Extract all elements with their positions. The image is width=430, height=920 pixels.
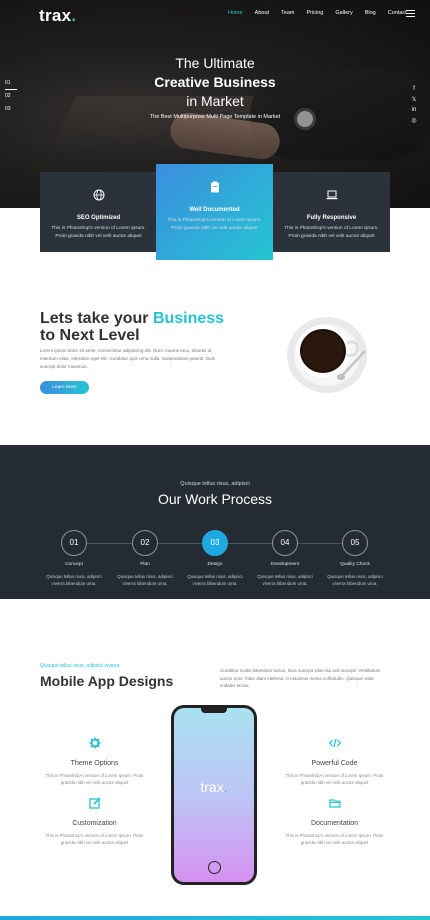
step-desc: Quisque tellus risus, adipisci viverra bi… bbox=[327, 574, 383, 587]
feature-title: Well Documented bbox=[189, 207, 240, 213]
main-nav: Home About Team Pricing Gallery Blog Con… bbox=[228, 10, 419, 16]
apps-kicker: Quisque tellus risus, adipisci viverra bbox=[40, 663, 120, 669]
nav-team[interactable]: Team bbox=[281, 10, 294, 16]
hero-title-line1: The Ultimate bbox=[175, 55, 255, 71]
step-number: 05 bbox=[342, 530, 368, 556]
brand-dot: . bbox=[71, 6, 77, 25]
menu-hamburger-icon[interactable] bbox=[406, 10, 415, 19]
app-feature-customization: Customization This is Photoshop's versio… bbox=[42, 796, 147, 847]
feature-title: Fully Responsive bbox=[306, 215, 357, 221]
feature-card-docs[interactable]: Well Documented This is Photoshop's vers… bbox=[156, 164, 273, 260]
coffee-cup-image bbox=[287, 317, 367, 393]
app-feature-text: This is Photoshop's version of Lorem Ips… bbox=[45, 773, 144, 786]
phone-notch bbox=[201, 708, 227, 713]
step-number: 01 bbox=[61, 530, 87, 556]
app-feature-documentation: Documentation This is Photoshop's versio… bbox=[282, 796, 387, 847]
nav-blog[interactable]: Blog bbox=[365, 10, 376, 16]
phone-home-button bbox=[208, 861, 221, 874]
gear-icon bbox=[89, 737, 100, 749]
phone-mockup: trax. bbox=[171, 705, 257, 885]
bottom-accent-strip bbox=[0, 916, 430, 920]
app-feature-text: This is Photoshop's version of Lorem Ips… bbox=[45, 833, 144, 846]
brand-logo[interactable]: trax. bbox=[39, 6, 76, 26]
phone-logo: trax. bbox=[200, 779, 228, 795]
app-feature-title: Theme Options bbox=[70, 760, 119, 767]
nav-gallery[interactable]: Gallery bbox=[335, 10, 352, 16]
step-number: 02 bbox=[132, 530, 158, 556]
feature-text: This is Photoshop's version of Lorem Ips… bbox=[51, 226, 146, 239]
app-feature-text: This is Photoshop's version of Lorem Ips… bbox=[285, 773, 384, 786]
process-kicker: Quisque tellus risus, adipisci bbox=[180, 481, 250, 487]
process-title: Our Work Process bbox=[157, 491, 273, 507]
nav-home[interactable]: Home bbox=[228, 10, 243, 16]
learn-more-button[interactable]: Learn More bbox=[40, 381, 89, 394]
globe-icon bbox=[93, 189, 104, 201]
phone-screen: trax. bbox=[174, 708, 254, 882]
hero-title-line3: in Market bbox=[186, 93, 244, 109]
app-feature-title: Customization bbox=[72, 820, 117, 827]
step-number: 03 bbox=[202, 530, 228, 556]
process-step-quality-check[interactable]: 05 Quality Check Quisque tellus risus, a… bbox=[312, 530, 398, 588]
feature-cards: SEO Optimized This is Photoshop's versio… bbox=[40, 164, 390, 260]
app-feature-powerful-code: Powerful Code This is Photoshop's versio… bbox=[282, 736, 387, 787]
nav-about[interactable]: About bbox=[255, 10, 269, 16]
feature-text: This is Photoshop's version of Lorem Ips… bbox=[167, 218, 262, 231]
apps-title: Mobile App Designs bbox=[40, 673, 174, 689]
nav-pricing[interactable]: Pricing bbox=[307, 10, 324, 16]
clipboard-icon bbox=[210, 181, 219, 193]
business-heading: Lets take your Business to Next Level bbox=[40, 310, 225, 344]
feature-title: SEO Optimized bbox=[76, 215, 121, 221]
feature-text: This is Photoshop's version of Lorem Ips… bbox=[284, 226, 379, 239]
app-feature-title: Documentation bbox=[310, 820, 359, 827]
step-number: 04 bbox=[272, 530, 298, 556]
app-feature-title: Powerful Code bbox=[311, 760, 358, 767]
feature-card-seo[interactable]: SEO Optimized This is Photoshop's versio… bbox=[40, 172, 157, 252]
step-label: Quality Check bbox=[340, 562, 370, 567]
business-paragraph: Lorem ipsum dolor sit amet, consectetur … bbox=[40, 348, 215, 370]
app-feature-theme-options: Theme Options This is Photoshop's versio… bbox=[42, 736, 147, 787]
nav-contact[interactable]: Contact bbox=[388, 10, 407, 16]
edit-icon bbox=[88, 797, 101, 809]
code-icon bbox=[328, 738, 341, 748]
hero-title-line2: Creative Business bbox=[154, 74, 276, 90]
work-process-section: Quisque tellus risus, adipisci Our Work … bbox=[0, 445, 430, 599]
folder-icon bbox=[328, 799, 341, 808]
apps-paragraph: Curabitur mollis bibendum luctus. Duis s… bbox=[220, 668, 381, 689]
app-feature-text: This is Photoshop's version of Lorem Ips… bbox=[285, 833, 384, 846]
hero-subtitle: The Best Multipurpose Multi Page Templat… bbox=[149, 114, 281, 120]
brand-name: trax bbox=[39, 6, 72, 25]
feature-card-responsive[interactable]: Fully Responsive This is Photoshop's ver… bbox=[273, 172, 390, 252]
laptop-icon bbox=[326, 190, 337, 200]
